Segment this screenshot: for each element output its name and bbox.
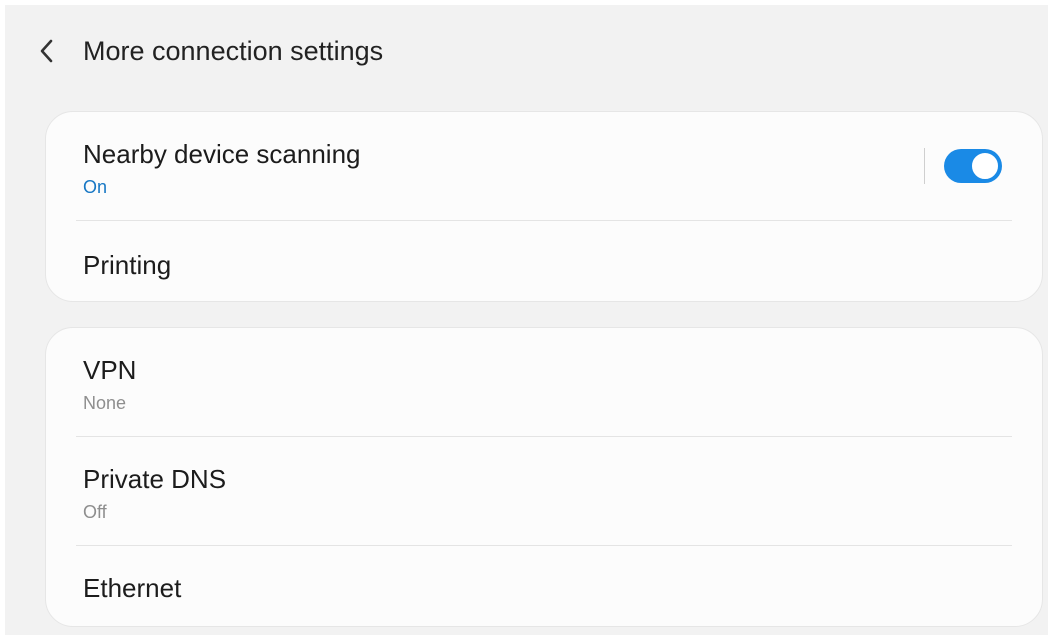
nearby-device-scanning-item[interactable]: Nearby device scanning On — [46, 112, 1042, 220]
settings-card-network: VPN None Private DNS Off Ethernet — [45, 327, 1043, 627]
nearby-device-scanning-status: On — [83, 177, 108, 197]
ethernet-label: Ethernet — [83, 573, 182, 603]
settings-card-connections: Nearby device scanning On Printing — [45, 111, 1043, 302]
back-button[interactable] — [27, 31, 67, 71]
chevron-left-icon — [40, 39, 53, 63]
toggle-knob — [970, 151, 1000, 181]
app-bar: More connection settings — [5, 5, 1048, 99]
toggle-divider — [924, 148, 925, 184]
nearby-device-scanning-toggle[interactable] — [944, 149, 1002, 183]
vpn-item[interactable]: VPN None — [46, 328, 1042, 436]
private-dns-item[interactable]: Private DNS Off — [46, 437, 1042, 545]
vpn-label: VPN — [83, 355, 137, 385]
private-dns-label: Private DNS — [83, 464, 227, 494]
page-title: More connection settings — [83, 36, 384, 66]
printing-label: Printing — [83, 250, 172, 280]
settings-screen: More connection settings Nearby device s… — [5, 5, 1048, 635]
vpn-status: None — [83, 393, 127, 413]
nearby-device-scanning-label: Nearby device scanning — [83, 139, 361, 169]
private-dns-status: Off — [83, 502, 107, 522]
printing-item[interactable]: Printing — [46, 221, 1042, 301]
ethernet-item[interactable]: Ethernet — [46, 546, 1042, 626]
